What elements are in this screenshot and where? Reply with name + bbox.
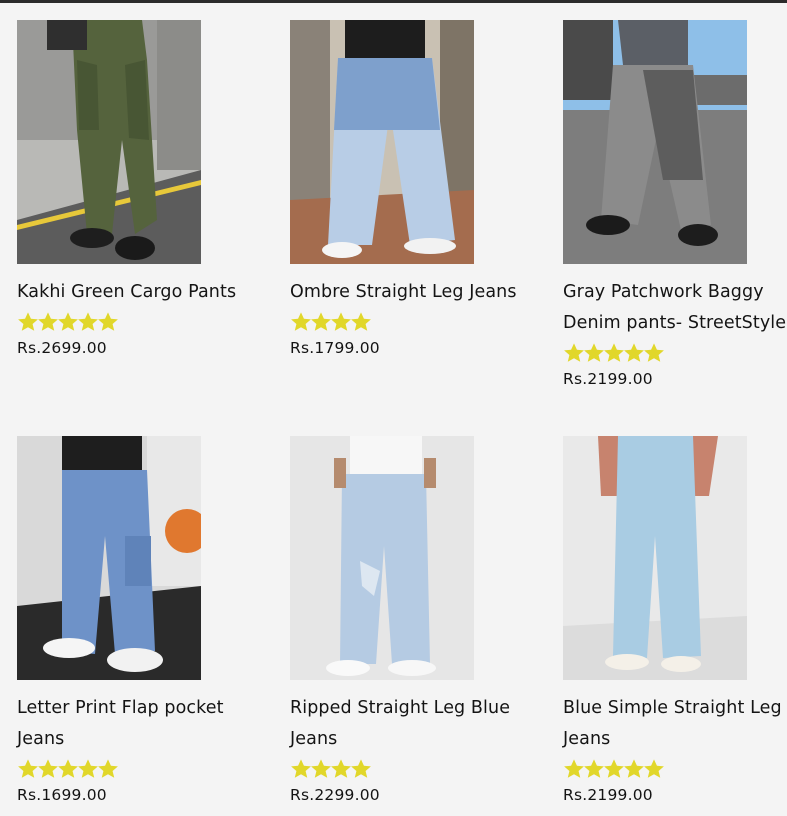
- product-name[interactable]: Letter Print Flap pocket Jeans: [17, 693, 247, 755]
- star-icon: [623, 342, 644, 364]
- rating-stars: [17, 309, 242, 335]
- product-image[interactable]: [290, 436, 474, 680]
- star-icon: [310, 758, 331, 780]
- star-icon: [623, 758, 644, 780]
- product-card[interactable]: Letter Print Flap pocket Jeans Rs.1699.0…: [17, 436, 242, 804]
- star-icon: [97, 758, 118, 780]
- star-icon: [57, 758, 78, 780]
- rating-stars: [563, 756, 787, 782]
- product-price: Rs.1799.00: [290, 339, 380, 357]
- star-icon: [77, 758, 98, 780]
- star-icon: [17, 758, 38, 780]
- star-icon: [97, 311, 118, 333]
- star-icon: [643, 758, 664, 780]
- product-name[interactable]: Ripped Straight Leg Blue Jeans: [290, 693, 520, 755]
- star-icon: [77, 311, 98, 333]
- star-icon: [603, 758, 624, 780]
- product-image[interactable]: [290, 20, 474, 264]
- star-icon: [350, 311, 371, 333]
- star-icon: [17, 311, 38, 333]
- product-price: Rs.1699.00: [17, 786, 107, 804]
- product-image[interactable]: [563, 20, 747, 264]
- product-image[interactable]: [17, 20, 201, 264]
- product-name[interactable]: Gray Patchwork Baggy Denim pants- Street…: [563, 277, 787, 339]
- star-icon: [330, 311, 351, 333]
- product-name[interactable]: Kakhi Green Cargo Pants: [17, 277, 247, 308]
- star-icon: [563, 342, 584, 364]
- star-icon: [37, 758, 58, 780]
- star-icon: [563, 758, 584, 780]
- star-icon: [350, 758, 371, 780]
- product-price: Rs.2199.00: [563, 370, 653, 388]
- product-name[interactable]: Ombre Straight Leg Jeans: [290, 277, 520, 308]
- product-card[interactable]: Ombre Straight Leg Jeans Rs.1799.00: [290, 20, 516, 357]
- product-card[interactable]: Kakhi Green Cargo Pants Rs.2699.00: [17, 20, 242, 357]
- star-icon: [330, 758, 351, 780]
- top-border: [0, 0, 787, 3]
- star-icon: [290, 311, 311, 333]
- product-card[interactable]: Blue Simple Straight Leg Jeans Rs.2199.0…: [563, 436, 787, 804]
- product-price: Rs.2699.00: [17, 339, 107, 357]
- product-image[interactable]: [17, 436, 201, 680]
- rating-stars: [290, 756, 515, 782]
- star-icon: [290, 758, 311, 780]
- product-card[interactable]: Ripped Straight Leg Blue Jeans Rs.2299.0…: [290, 436, 515, 804]
- rating-stars: [17, 756, 242, 782]
- star-icon: [57, 311, 78, 333]
- star-icon: [37, 311, 58, 333]
- rating-stars: [563, 340, 787, 366]
- star-icon: [583, 758, 604, 780]
- star-icon: [643, 342, 664, 364]
- product-card[interactable]: Gray Patchwork Baggy Denim pants- Street…: [563, 20, 787, 388]
- star-icon: [583, 342, 604, 364]
- product-price: Rs.2199.00: [563, 786, 653, 804]
- rating-stars: [290, 309, 515, 335]
- star-icon: [310, 311, 331, 333]
- product-name[interactable]: Blue Simple Straight Leg Jeans: [563, 693, 787, 755]
- star-icon: [603, 342, 624, 364]
- product-price: Rs.2299.00: [290, 786, 380, 804]
- product-image[interactable]: [563, 436, 747, 680]
